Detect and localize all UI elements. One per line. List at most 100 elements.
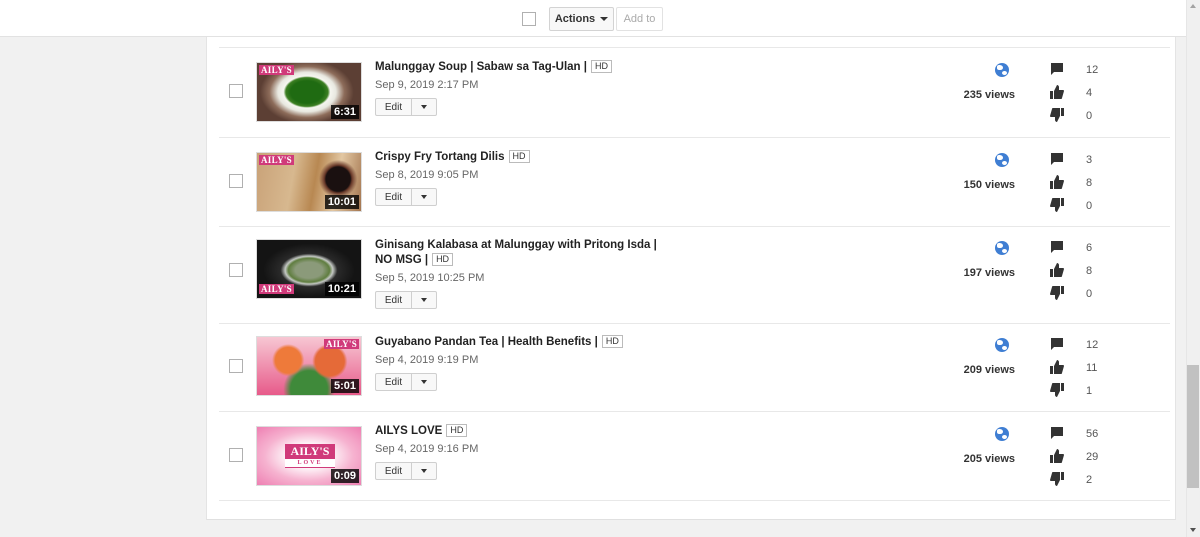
video-title[interactable]: Ginisang Kalabasa at Malunggay with Prit…	[375, 238, 665, 268]
comment-icon[interactable]	[1050, 426, 1064, 440]
video-title[interactable]: Guyabano Pandan Tea | Health Benefits | H…	[375, 335, 675, 350]
video-duration: 0:09	[330, 469, 359, 483]
globe-icon[interactable]	[995, 241, 1009, 255]
video-views: 205 views	[963, 453, 1015, 465]
scrollbar-thumb[interactable]	[1187, 365, 1199, 488]
edit-dropdown-button[interactable]	[412, 189, 436, 205]
caret-down-icon	[421, 298, 427, 302]
video-duration: 10:01	[324, 195, 359, 209]
globe-icon[interactable]	[995, 427, 1009, 441]
hd-badge: HD	[446, 424, 468, 437]
video-thumbnail[interactable]: AILY'S 10:21	[256, 239, 362, 299]
thumbs-up-icon[interactable]	[1050, 360, 1064, 374]
dislike-count: 2	[1086, 474, 1093, 486]
channel-logo: AILY'S	[259, 155, 294, 165]
hd-badge: HD	[601, 335, 623, 348]
video-title[interactable]: AILYS LOVE HD	[375, 424, 675, 439]
actions-label: Actions	[554, 13, 596, 25]
dislike-count: 1	[1086, 385, 1093, 397]
add-to-label: Add to	[623, 13, 656, 25]
thumbs-up-icon[interactable]	[1050, 85, 1064, 99]
edit-dropdown-button[interactable]	[412, 374, 436, 390]
hd-badge: HD	[432, 253, 454, 266]
comment-icon[interactable]	[1050, 62, 1064, 76]
video-list-panel: AILY'S 6:31 Malunggay Soup | Sabaw sa Ta…	[206, 37, 1176, 520]
thumbs-down-icon[interactable]	[1050, 198, 1064, 212]
video-views: 150 views	[963, 179, 1015, 191]
comment-count: 12	[1086, 64, 1099, 76]
channel-logo: AILY'S	[259, 65, 294, 75]
video-row-checkbox[interactable]	[229, 448, 243, 462]
video-title[interactable]: Malunggay Soup | Sabaw sa Tag-Ulan | HD	[375, 60, 675, 75]
caret-down-icon	[600, 17, 609, 21]
video-date: Sep 9, 2019 2:17 PM	[375, 79, 479, 91]
add-to-button[interactable]: Add to	[616, 7, 663, 31]
edit-button[interactable]: Edit	[376, 99, 412, 115]
edit-button[interactable]: Edit	[376, 463, 412, 479]
scroll-down-arrow-icon[interactable]	[1190, 528, 1196, 532]
edit-button-group: Edit	[375, 291, 437, 309]
comment-count: 3	[1086, 154, 1093, 166]
video-duration: 10:21	[324, 282, 359, 296]
video-duration: 6:31	[330, 105, 359, 119]
video-date: Sep 5, 2019 10:25 PM	[375, 272, 485, 284]
video-thumbnail[interactable]: AILY'S 6:31	[256, 62, 362, 122]
video-row-checkbox[interactable]	[229, 359, 243, 373]
dislike-count: 0	[1086, 200, 1093, 212]
comment-icon[interactable]	[1050, 337, 1064, 351]
video-row: AILY'S 10:21 Ginisang Kalabasa at Malung…	[219, 226, 1170, 323]
scroll-up-arrow-icon[interactable]	[1190, 4, 1196, 8]
comment-count: 6	[1086, 242, 1093, 254]
video-title[interactable]: Crispy Fry Tortang Dilis HD	[375, 150, 675, 165]
edit-button[interactable]: Edit	[376, 374, 412, 390]
like-count: 8	[1086, 265, 1093, 277]
thumbs-up-icon[interactable]	[1050, 449, 1064, 463]
video-title-text: AILYS LOVE	[375, 425, 443, 437]
caret-down-icon	[421, 380, 427, 384]
thumbs-up-icon[interactable]	[1050, 263, 1064, 277]
edit-button[interactable]: Edit	[376, 292, 412, 308]
comment-icon[interactable]	[1050, 240, 1064, 254]
edit-dropdown-button[interactable]	[412, 99, 436, 115]
thumbs-down-icon[interactable]	[1050, 472, 1064, 486]
video-row-checkbox[interactable]	[229, 84, 243, 98]
thumbs-up-icon[interactable]	[1050, 175, 1064, 189]
channel-logo: AILY'S	[324, 339, 359, 349]
list-toolbar: Actions Add to	[0, 0, 1186, 37]
video-row: AILY'S 10:01 Crispy Fry Tortang Dilis HD …	[219, 137, 1170, 226]
video-date: Sep 8, 2019 9:05 PM	[375, 169, 479, 181]
channel-logo-subtext: LOVE	[285, 459, 335, 467]
edit-button-group: Edit	[375, 98, 437, 116]
comment-count: 56	[1086, 428, 1099, 440]
video-row: AILY'S 6:31 Malunggay Soup | Sabaw sa Ta…	[219, 47, 1170, 137]
like-count: 11	[1086, 362, 1098, 374]
actions-dropdown-button[interactable]: Actions	[549, 7, 614, 31]
like-count: 4	[1086, 87, 1093, 99]
channel-logo-text: AILY'S	[290, 444, 330, 458]
globe-icon[interactable]	[995, 153, 1009, 167]
edit-button[interactable]: Edit	[376, 189, 412, 205]
video-row: AILY'S 5:01 Guyabano Pandan Tea | Health…	[219, 323, 1170, 411]
video-views: 209 views	[963, 364, 1015, 376]
edit-button-group: Edit	[375, 462, 437, 480]
globe-icon[interactable]	[995, 338, 1009, 352]
video-row-checkbox[interactable]	[229, 174, 243, 188]
thumbs-down-icon[interactable]	[1050, 108, 1064, 122]
thumbs-down-icon[interactable]	[1050, 383, 1064, 397]
like-count: 8	[1086, 177, 1093, 189]
globe-icon[interactable]	[995, 63, 1009, 77]
video-thumbnail[interactable]: AILY'S 5:01	[256, 336, 362, 396]
video-thumbnail[interactable]: AILY'S 10:01	[256, 152, 362, 212]
video-date: Sep 4, 2019 9:16 PM	[375, 443, 479, 455]
video-title-text: Malunggay Soup | Sabaw sa Tag-Ulan |	[375, 61, 587, 73]
video-date: Sep 4, 2019 9:19 PM	[375, 354, 479, 366]
caret-down-icon	[421, 105, 427, 109]
video-thumbnail[interactable]: AILY'S LOVE 0:09	[256, 426, 362, 486]
edit-dropdown-button[interactable]	[412, 292, 436, 308]
select-all-checkbox[interactable]	[522, 12, 536, 26]
thumbs-down-icon[interactable]	[1050, 286, 1064, 300]
edit-button-group: Edit	[375, 373, 437, 391]
video-row-checkbox[interactable]	[229, 263, 243, 277]
comment-icon[interactable]	[1050, 152, 1064, 166]
edit-dropdown-button[interactable]	[412, 463, 436, 479]
